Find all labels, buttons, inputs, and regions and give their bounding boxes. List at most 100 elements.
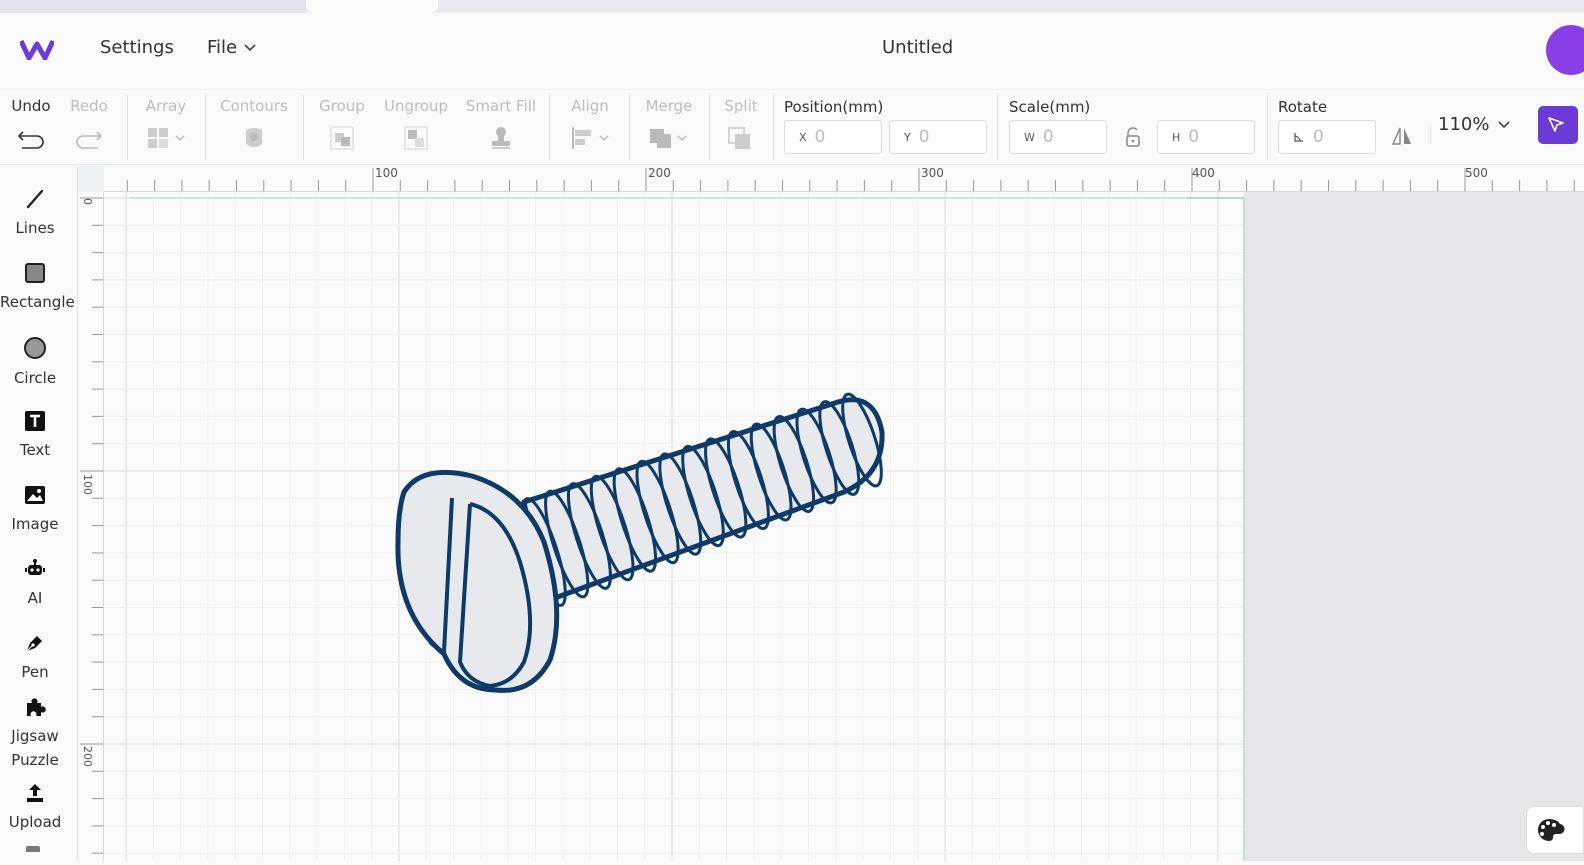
tool-upload-label: Upload [8, 813, 62, 831]
robot-icon [25, 559, 45, 575]
split-button[interactable]: Split [718, 96, 764, 150]
app-logo-icon[interactable] [20, 38, 54, 60]
tool-image-label: Image [11, 515, 59, 533]
chevron-down-icon [1498, 120, 1511, 128]
align-label: Align [571, 97, 609, 115]
stamp-icon [492, 127, 510, 149]
pen-icon [26, 636, 42, 652]
toolbar-divider [1267, 94, 1268, 160]
app-header: Settings File Untitled [0, 13, 1584, 87]
scale-height-field[interactable]: H 0 [1157, 120, 1255, 154]
y-prefix: Y [904, 130, 911, 144]
tool-jigsaw-puzzle-label: Jigsaw Puzzle [11, 727, 59, 769]
h-prefix: H [1172, 130, 1181, 144]
upload-icon [27, 784, 43, 802]
undo-button[interactable]: Undo [8, 96, 54, 150]
ruler-label: 300 [921, 166, 944, 180]
document-title[interactable]: Untitled [882, 37, 953, 58]
ruler-label: 100 [375, 166, 398, 180]
tool-circle-label: Circle [13, 369, 57, 387]
rotate-label: Rotate [1278, 98, 1328, 116]
tool-lines-label: Lines [15, 219, 55, 237]
scale-width-field[interactable]: W 0 [1009, 120, 1107, 154]
contours-button[interactable]: Contours [218, 96, 290, 150]
toolbar-divider [1430, 124, 1431, 144]
screw-drawing[interactable] [104, 192, 1584, 861]
circle-icon [24, 337, 46, 359]
group-button[interactable]: Group [316, 96, 368, 150]
toolbar-divider [709, 94, 710, 160]
undo-icon [17, 131, 44, 149]
w-value: 0 [1042, 127, 1054, 147]
ruler-horizontal-ticks [99, 168, 1575, 191]
ungroup-label: Ungroup [383, 97, 449, 115]
merge-icon [650, 129, 687, 148]
tool-more[interactable] [26, 846, 40, 852]
h-value: 0 [1188, 127, 1200, 147]
ruler-label: 400 [1192, 166, 1215, 180]
tool-circle[interactable]: Circle [0, 336, 70, 390]
redo-label: Redo [70, 97, 108, 115]
smart-fill-button[interactable]: Smart Fill [464, 96, 538, 150]
redo-button[interactable]: Redo [66, 96, 112, 150]
flip-horizontal-icon[interactable] [1390, 124, 1414, 148]
tool-rectangle[interactable]: Rectangle [0, 262, 75, 314]
x-prefix: X [799, 130, 807, 144]
chevron-down-icon [244, 43, 256, 51]
settings-menu[interactable]: Settings [100, 37, 174, 58]
ungroup-button[interactable]: Ungroup [382, 96, 450, 150]
file-menu-label: File [207, 37, 238, 58]
toolbar-divider [629, 94, 630, 160]
edit-toolbar: Undo Redo Array Contours Group Ungroup S… [0, 89, 1584, 165]
ruler-corner [78, 166, 104, 192]
position-y-field[interactable]: Y 0 [889, 120, 987, 154]
undo-label: Undo [11, 97, 51, 115]
tool-text-label: Text [19, 441, 51, 459]
tool-image[interactable]: Image [0, 484, 70, 536]
avatar[interactable] [1546, 25, 1584, 75]
tool-upload[interactable]: Upload [0, 782, 70, 834]
tool-pen-label: Pen [21, 663, 49, 681]
scale-label: Scale(mm) [1009, 98, 1091, 116]
x-value: 0 [814, 127, 826, 147]
ruler-label: 100 [81, 474, 94, 495]
browser-tab[interactable] [0, 0, 306, 13]
tool-lines[interactable]: Lines [0, 188, 70, 240]
left-tool-panel: Lines Rectangle Circle Text Image AI Pen… [0, 166, 78, 861]
split-label: Split [724, 97, 758, 115]
browser-tab-active[interactable] [306, 0, 438, 13]
group-icon [330, 126, 354, 150]
select-tool-button[interactable] [1538, 106, 1578, 144]
tool-rectangle-label: Rectangle [0, 293, 75, 311]
tool-pen[interactable]: Pen [0, 632, 70, 684]
zoom-value: 110% [1438, 114, 1490, 135]
tool-text[interactable]: Text [0, 410, 70, 462]
ruler-label: 200 [81, 746, 94, 767]
tool-jigsaw-puzzle[interactable]: Jigsaw Puzzle [0, 696, 70, 772]
toolbar-divider [205, 94, 206, 160]
merge-button[interactable]: Merge [642, 96, 696, 150]
array-button[interactable]: Array [140, 96, 192, 150]
palette-icon [1538, 819, 1565, 841]
color-palette-button[interactable] [1526, 806, 1584, 854]
ruler-label: 200 [648, 166, 671, 180]
rotate-field[interactable]: 0 [1278, 120, 1376, 154]
align-button[interactable]: Align [562, 96, 618, 150]
image-icon [25, 486, 45, 504]
array-icon [148, 128, 185, 148]
ungroup-icon [404, 126, 428, 150]
contours-label: Contours [220, 97, 288, 115]
cursor-icon [1548, 117, 1564, 132]
toolbar-divider [549, 94, 550, 160]
tool-ai[interactable]: AI [0, 558, 70, 610]
file-menu[interactable]: File [207, 37, 257, 58]
zoom-select[interactable]: 110% [1438, 114, 1511, 135]
position-label: Position(mm) [784, 98, 884, 116]
design-canvas[interactable] [104, 192, 1584, 861]
toolbar-divider [303, 94, 304, 160]
lock-open-icon[interactable] [1124, 126, 1142, 148]
browser-tab-strip [0, 0, 1584, 13]
position-x-field[interactable]: X 0 [784, 120, 882, 154]
group-label: Group [319, 97, 365, 115]
w-prefix: W [1024, 130, 1035, 144]
